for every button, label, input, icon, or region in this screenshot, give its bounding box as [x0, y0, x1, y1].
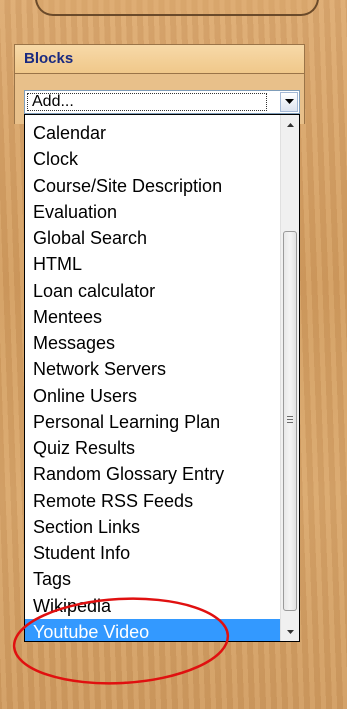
block-options-list: Calendar Clock Course/Site Description E… [25, 120, 281, 641]
scrollbar-thumb[interactable] [283, 231, 297, 611]
option-youtube-video[interactable]: Youtube Video [25, 618, 281, 641]
top-frame-decoration [35, 0, 319, 16]
option-quiz-results[interactable]: Quiz Results [25, 435, 281, 461]
option-mentees[interactable]: Mentees [25, 304, 281, 330]
option-html[interactable]: HTML [25, 251, 281, 277]
scroll-down-button[interactable] [282, 623, 299, 640]
option-calendar[interactable]: Calendar [25, 120, 281, 146]
option-clock[interactable]: Clock [25, 146, 281, 172]
dropdown-scrollbar[interactable] [280, 115, 299, 641]
block-options-dropdown: Calendar Clock Course/Site Description E… [24, 114, 300, 642]
option-section-links[interactable]: Section Links [25, 514, 281, 540]
scroll-down-arrow-icon [287, 629, 294, 634]
option-course-site-description[interactable]: Course/Site Description [25, 173, 281, 199]
option-wikipedia[interactable]: Wikipedia [25, 593, 281, 619]
option-loan-calculator[interactable]: Loan calculator [25, 278, 281, 304]
option-remote-rss-feeds[interactable]: Remote RSS Feeds [25, 488, 281, 514]
option-tags[interactable]: Tags [25, 566, 281, 592]
option-online-users[interactable]: Online Users [25, 383, 281, 409]
option-global-search[interactable]: Global Search [25, 225, 281, 251]
scrollbar-grip-icon [287, 416, 293, 424]
select-current-value: Add... [27, 93, 267, 111]
blocks-header: Blocks [14, 44, 305, 74]
add-block-select[interactable]: Add... [24, 90, 300, 114]
blocks-title: Blocks [24, 50, 74, 67]
chevron-down-icon [284, 99, 294, 104]
option-evaluation[interactable]: Evaluation [25, 199, 281, 225]
scroll-up-button[interactable] [282, 116, 299, 133]
option-random-glossary-entry[interactable]: Random Glossary Entry [25, 461, 281, 487]
option-personal-learning-plan[interactable]: Personal Learning Plan [25, 409, 281, 435]
scroll-up-arrow-icon [287, 122, 294, 127]
option-messages[interactable]: Messages [25, 330, 281, 356]
select-dropdown-button[interactable] [280, 92, 298, 112]
option-student-info[interactable]: Student Info [25, 540, 281, 566]
option-network-servers[interactable]: Network Servers [25, 356, 281, 382]
